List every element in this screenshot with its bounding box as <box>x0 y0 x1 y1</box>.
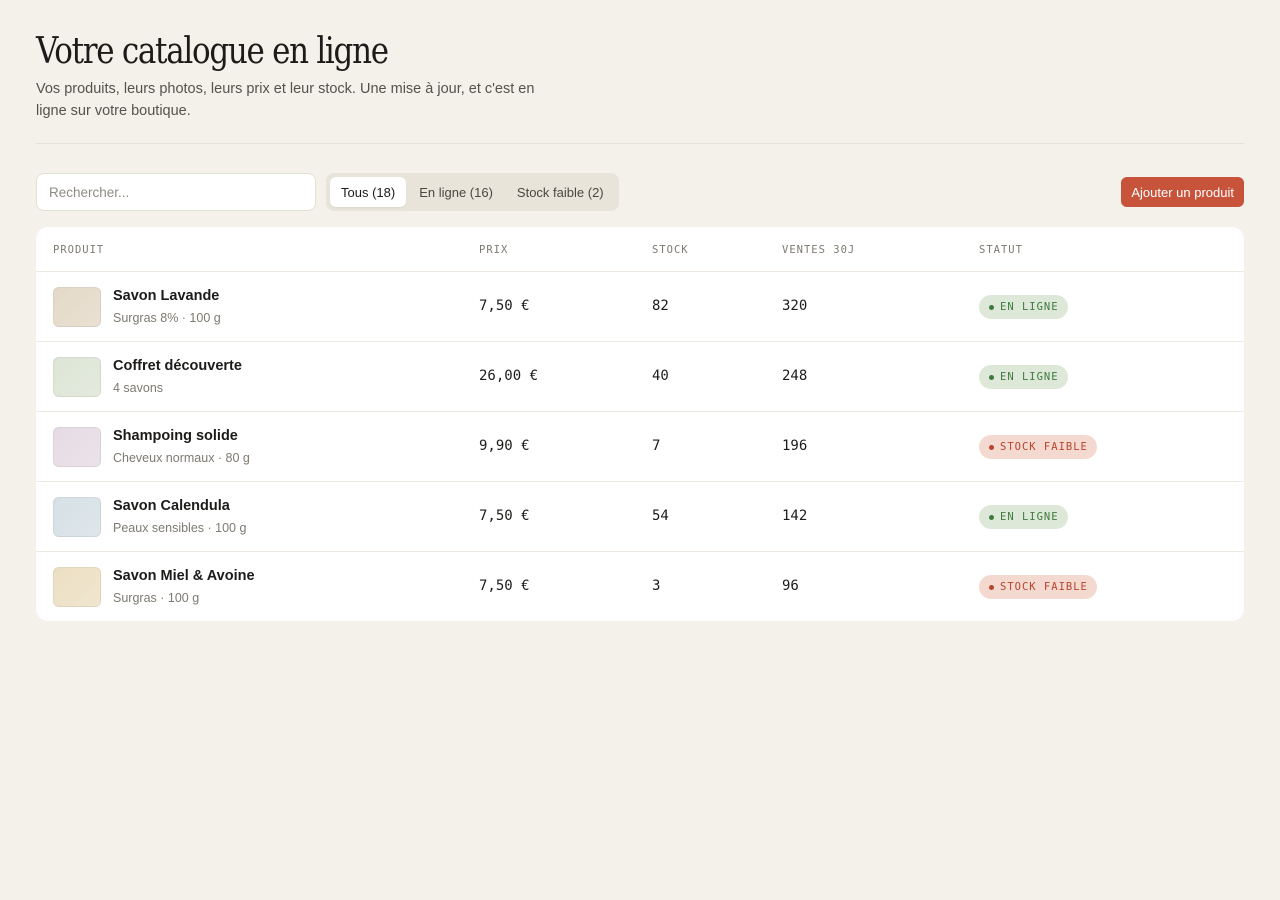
filter-tab-online[interactable]: En ligne (16) <box>408 177 504 207</box>
product-name: Coffret découverte <box>113 358 242 374</box>
product-price: 9,90 € <box>479 438 530 454</box>
product-sales: 142 <box>782 508 808 524</box>
add-product-button[interactable]: Ajouter un produit <box>1121 177 1244 207</box>
product-thumbnail <box>53 497 101 537</box>
product-thumbnail <box>53 427 101 467</box>
status-label: STOCK FAIBLE <box>1000 441 1088 453</box>
product-thumbnail <box>53 287 101 327</box>
product-sales: 96 <box>782 578 799 594</box>
product-table: PRODUIT PRIX STOCK VENTES 30J STATUT Sav… <box>36 227 1244 621</box>
product-description: Surgras 8% · 100 g <box>113 311 221 325</box>
product-name: Shampoing solide <box>113 428 238 444</box>
table-row[interactable]: Savon Miel & Avoine Surgras · 100 g 7,50 €… <box>36 552 1244 621</box>
status-dot-icon <box>989 444 994 450</box>
product-description: Surgras · 100 g <box>113 591 200 605</box>
search-input[interactable] <box>36 173 316 211</box>
product-sales: 196 <box>782 438 808 454</box>
column-header-stock: STOCK <box>652 244 689 256</box>
status-dot-icon <box>989 304 994 310</box>
header-divider <box>36 143 1244 144</box>
status-badge: EN LIGNE <box>979 505 1068 529</box>
column-header-status: STATUT <box>979 244 1023 256</box>
status-dot-icon <box>989 374 994 380</box>
table-row[interactable]: Savon Lavande Surgras 8% · 100 g 7,50 € 82 3… <box>36 272 1244 342</box>
column-header-price: PRIX <box>479 244 509 256</box>
product-name: Savon Miel & Avoine <box>113 568 255 584</box>
product-thumbnail <box>53 357 101 397</box>
product-description: Cheveux normaux · 80 g <box>113 451 250 465</box>
status-badge: EN LIGNE <box>979 365 1068 389</box>
page-title: Votre catalogue en ligne <box>36 31 389 72</box>
product-sales: 320 <box>782 298 808 314</box>
status-badge: STOCK FAIBLE <box>979 435 1097 459</box>
product-stock: 82 <box>652 298 669 314</box>
status-label: EN LIGNE <box>1000 371 1059 383</box>
status-badge: EN LIGNE <box>979 295 1068 319</box>
table-row[interactable]: Coffret découverte 4 savons 26,00 € 40 248 EN… <box>36 342 1244 412</box>
product-price: 7,50 € <box>479 578 530 594</box>
product-description: 4 savons <box>113 381 164 395</box>
status-badge: STOCK FAIBLE <box>979 575 1097 599</box>
filter-tab-all[interactable]: Tous (18) <box>330 177 407 207</box>
product-stock: 7 <box>652 438 661 454</box>
product-stock: 54 <box>652 508 669 524</box>
product-thumbnail <box>53 567 101 607</box>
page-subtitle: Vos produits, leurs photos, leurs prix e… <box>36 81 535 119</box>
product-price: 7,50 € <box>479 508 530 524</box>
product-price: 26,00 € <box>479 368 539 384</box>
status-dot-icon <box>989 584 994 590</box>
filter-tabs: Tous (18) En ligne (16) Stock faible (2) <box>326 173 619 211</box>
filter-tab-low-stock[interactable]: Stock faible (2) <box>506 177 615 207</box>
product-stock: 40 <box>652 368 669 384</box>
column-header-product: PRODUIT <box>53 244 105 256</box>
product-name: Savon Calendula <box>113 498 230 514</box>
product-stock: 3 <box>652 578 661 594</box>
product-description: Peaux sensibles · 100 g <box>113 521 247 535</box>
table-row[interactable]: Savon Calendula Peaux sensibles · 100 g 7,… <box>36 482 1244 552</box>
product-name: Savon Lavande <box>113 288 220 304</box>
table-header: PRODUIT PRIX STOCK VENTES 30J STATUT <box>36 227 1244 272</box>
column-header-sales: VENTES 30J <box>782 244 856 256</box>
table-row[interactable]: Shampoing solide Cheveux normaux · 80 g 9,… <box>36 412 1244 482</box>
status-dot-icon <box>989 514 994 520</box>
status-label: EN LIGNE <box>1000 511 1059 523</box>
product-price: 7,50 € <box>479 298 530 314</box>
status-label: EN LIGNE <box>1000 301 1059 313</box>
product-sales: 248 <box>782 368 808 384</box>
status-label: STOCK FAIBLE <box>1000 581 1088 593</box>
